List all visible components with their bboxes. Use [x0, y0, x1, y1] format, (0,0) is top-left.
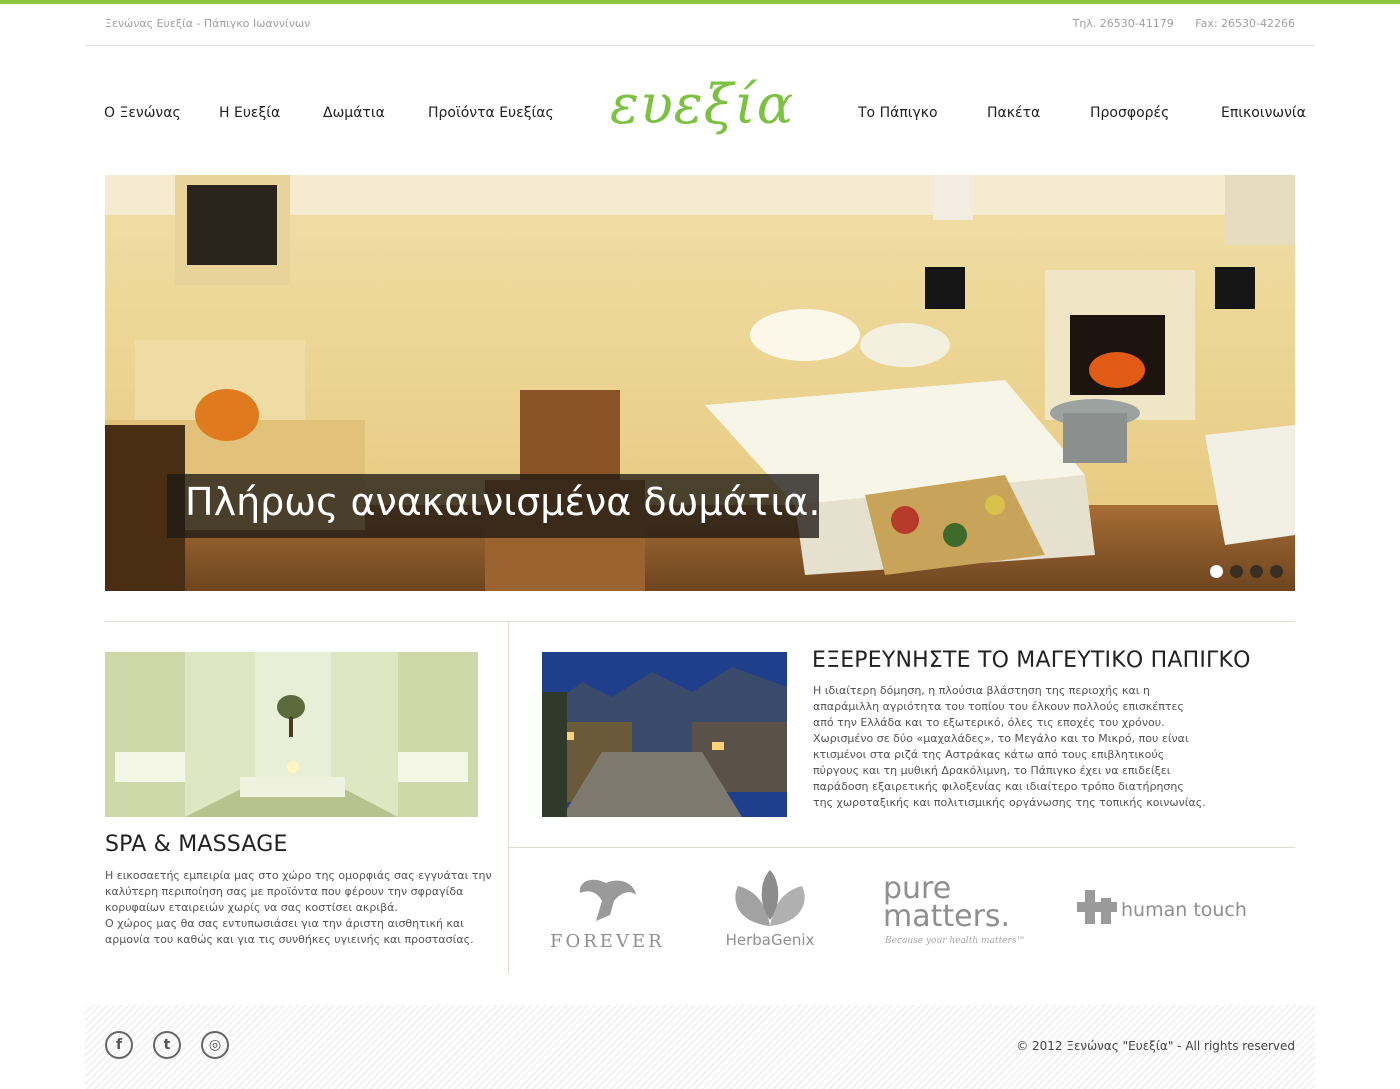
brand-forever[interactable]: FOREVER [550, 875, 662, 955]
nav-item-packages[interactable]: Πακέτα [987, 105, 1040, 121]
content-divider-vertical [508, 621, 509, 974]
logo-text: ευεξία [610, 73, 795, 136]
spa-image[interactable] [105, 652, 478, 817]
brand-herbagenix-label: HerbaGenix [725, 931, 815, 949]
spa-title: SPA & MASSAGE [105, 832, 288, 857]
brand-herbagenix[interactable]: HerbaGenix [720, 868, 820, 954]
slider-dot-2[interactable] [1230, 565, 1243, 578]
brand-matters-label: matters. [883, 899, 1011, 934]
nav-item-rooms[interactable]: Δωμάτια [323, 105, 385, 121]
phone-number: Τηλ. 26530-41179 [1072, 17, 1174, 30]
hero-caption: Πλήρως ανακαινισμένα δωμάτια. [167, 474, 821, 538]
papigko-village-image [542, 652, 787, 817]
papigko-line: παράδοση εξαιρετικής φιλοξενίας και ιδια… [813, 780, 1184, 793]
brand-purematters-tagline: Because your health matters™ [885, 936, 1026, 946]
nav-item-guesthouse[interactable]: Ο Ξενώνας [104, 105, 181, 121]
papigko-line: πύργους και τη μυθική Δρακόλιμνη, το Πάπ… [813, 764, 1171, 777]
twitter-icon[interactable]: t [153, 1031, 181, 1059]
brand-humantouch-label: human touch [1121, 899, 1247, 921]
spa-line: κορυφαίων εταιρειών χωρίς να σας κοστίσε… [105, 901, 398, 914]
papigko-line: απαράμιλλη αγριότητα του τοπίου του έλκο… [813, 700, 1184, 713]
nav-item-offers[interactable]: Προσφορές [1090, 105, 1169, 121]
brand-purematters[interactable]: pure matters. Because your health matter… [883, 874, 1033, 955]
top-accent-line [0, 0, 1400, 4]
slider-dot-3[interactable] [1250, 565, 1263, 578]
slider-dot-4[interactable] [1270, 565, 1283, 578]
site-tagline: Ξενώνας Ευεξία - Πάπιγκο Ιωαννίνων [105, 17, 311, 30]
spa-line: καλύτερη περιποίηση σας με προϊόντα που … [105, 885, 464, 898]
brand-humantouch[interactable]: human touch [1077, 890, 1277, 930]
contact-info: Τηλ. 26530-41179 Fax: 26530-42266 [1055, 17, 1295, 30]
hero-caption-text: Πλήρως ανακαινισμένα δωμάτια. [185, 480, 821, 524]
spa-description: Η εικοσαετής εμπειρία μας στο χώρο της ο… [105, 868, 500, 948]
papigko-line: κτισμένοι στα ριζά της Αστράκας κάτω από… [813, 748, 1165, 761]
nav-item-wellness[interactable]: Η Ευεξία [219, 105, 280, 121]
instagram-icon[interactable]: ◎ [201, 1031, 229, 1059]
spa-line: Η εικοσαετής εμπειρία μας στο χώρο της ο… [105, 869, 492, 882]
header-divider [85, 45, 1315, 46]
papigko-description: Η ιδιαίτερη δόμηση, η πλούσια βλάστηση τ… [813, 683, 1233, 811]
fax-number: Fax: 26530-42266 [1195, 17, 1295, 30]
papigko-line: της χωροταξικής και πολιτισμικής οργάνωσ… [813, 796, 1206, 809]
human-touch-icon [1077, 890, 1117, 924]
spa-room-image [105, 652, 478, 817]
eagle-icon [579, 879, 636, 921]
brand-forever-label: FOREVER [550, 931, 665, 952]
content-divider-middle [509, 847, 1295, 848]
nav-item-papigko[interactable]: Το Πάπιγκο [858, 105, 938, 121]
papigko-title: ΕΞΕΡΕΥΝΗΣΤΕ ΤΟ ΜΑΓΕΥΤΙΚΟ ΠΑΠΙΓΚΟ [812, 648, 1251, 673]
spa-line: Ο χώρος μας θα σας εντυπωσιάσει για την … [105, 917, 464, 930]
facebook-icon[interactable]: f [105, 1031, 133, 1059]
slider-dot-1[interactable] [1210, 565, 1223, 578]
papigko-line: Χωρισμένο σε δύο «μαχαλάδες», το Μεγάλο … [813, 732, 1189, 745]
spa-line: αρμονία του καθώς και για τις συνθήκες υ… [105, 933, 474, 946]
copyright-text: © 2012 Ξενώνας "Ευεξία" - All rights res… [1016, 1039, 1295, 1053]
nav-item-products[interactable]: Προϊόντα Ευεξίας [428, 105, 554, 121]
papigko-image[interactable] [542, 652, 787, 817]
papigko-line: Η ιδιαίτερη δόμηση, η πλούσια βλάστηση τ… [813, 684, 1150, 697]
content-divider-top [105, 621, 1295, 622]
nav-item-contact[interactable]: Επικοινωνία [1221, 105, 1306, 121]
papigko-line: από την Ελλάδα και το εξωτερικό, όλες τι… [813, 716, 1165, 729]
hero-slider[interactable]: Πλήρως ανακαινισμένα δωμάτια. [105, 175, 1295, 591]
leaf-icon [735, 870, 805, 926]
site-logo[interactable]: ευεξία [610, 73, 795, 141]
